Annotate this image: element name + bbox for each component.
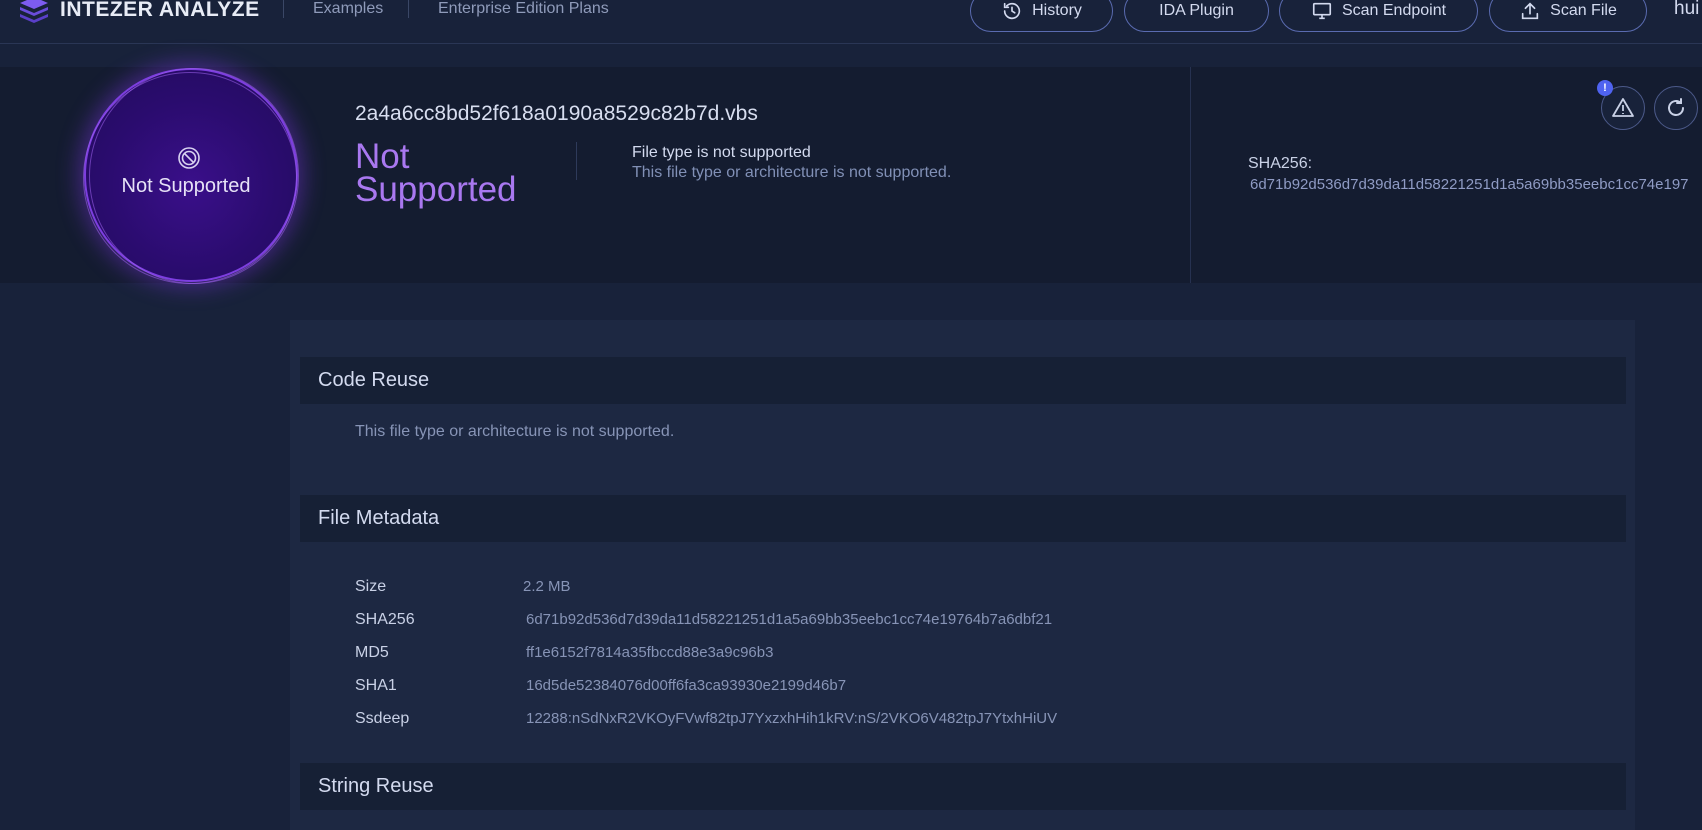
verdict-description-text: This file type or architecture is not su… [632,164,952,181]
nav-divider [283,0,284,18]
metadata-value[interactable]: 16d5de52384076d00ff6fa3ca93930e2199d46b7 [526,677,846,694]
file-metadata-section-header[interactable]: File Metadata [300,495,1626,542]
verdict-description-title: File type is not supported [632,144,811,161]
scan-endpoint-button-label: Scan Endpoint [1341,2,1447,19]
history-button-label: History [1032,2,1082,19]
brand-name: INTEZER ANALYZE [60,0,260,21]
metadata-value: 2.2 MB [523,578,571,595]
top-navigation-bar: INTEZER ANALYZE Examples Enterprise Edit… [0,0,1702,44]
history-icon [1003,2,1021,20]
metadata-value[interactable]: ff1e6152f7814a35fbccd88e3a9c96b3 [526,644,773,661]
intezer-logo-icon [20,0,48,23]
header-divider [1190,67,1191,283]
history-button[interactable]: History [970,0,1113,32]
user-menu[interactable]: hui [1674,0,1699,20]
sha256-label: SHA256: [1248,155,1313,172]
string-reuse-title: String Reuse [318,775,434,797]
nav-divider [408,0,409,18]
code-reuse-note: This file type or architecture is not su… [355,423,675,440]
code-reuse-title: Code Reuse [318,369,430,391]
metadata-key: Ssdeep [355,710,410,727]
metadata-value[interactable]: 6d71b92d536d7d39da11d58221251d1a5a69bb35… [526,611,1052,628]
scan-file-button[interactable]: Scan File [1489,0,1647,32]
verdict-badge: Not Supported [83,68,299,284]
notification-badge: ! [1597,80,1613,96]
scan-endpoint-button[interactable]: Scan Endpoint [1279,0,1478,32]
metadata-value[interactable]: 12288:nSdNxR2VKOyFVwf82tpJ7YxzxhHih1kRV:… [526,710,1057,727]
nav-link-examples[interactable]: Examples [313,0,383,18]
warning-icon [1612,98,1634,117]
monitor-icon [1312,2,1332,20]
file-name: 2a4a6cc8bd52f618a0190a8529c82b7d.vbs [355,102,758,125]
upload-icon [1521,2,1539,20]
metadata-key: SHA256 [355,611,415,628]
metadata-key: Size [355,578,387,595]
sha256-value[interactable]: 6d71b92d536d7d39da11d58221251d1a5a69bb35… [1250,176,1689,193]
verdict-title: Not Supported [355,137,517,209]
verdict-badge-label: Not Supported [121,174,251,197]
code-reuse-section-header[interactable]: Code Reuse [300,357,1626,404]
nav-link-enterprise-plans[interactable]: Enterprise Edition Plans [438,0,609,18]
verdict-divider [576,142,577,180]
scan-file-button-label: Scan File [1550,2,1617,19]
brand-logo[interactable]: INTEZER ANALYZE [18,0,260,26]
metadata-key: SHA1 [355,677,397,694]
analysis-panel: Code Reuse This file type or architectur… [290,320,1635,830]
file-metadata-title: File Metadata [318,507,440,529]
block-icon [178,146,200,169]
metadata-key: MD5 [355,644,389,661]
reanalyze-button[interactable] [1654,86,1698,130]
refresh-icon [1668,98,1684,116]
ida-plugin-button[interactable]: IDA Plugin [1124,0,1269,32]
string-reuse-section-header[interactable]: String Reuse [300,763,1626,810]
ida-plugin-button-label: IDA Plugin [1159,2,1234,19]
